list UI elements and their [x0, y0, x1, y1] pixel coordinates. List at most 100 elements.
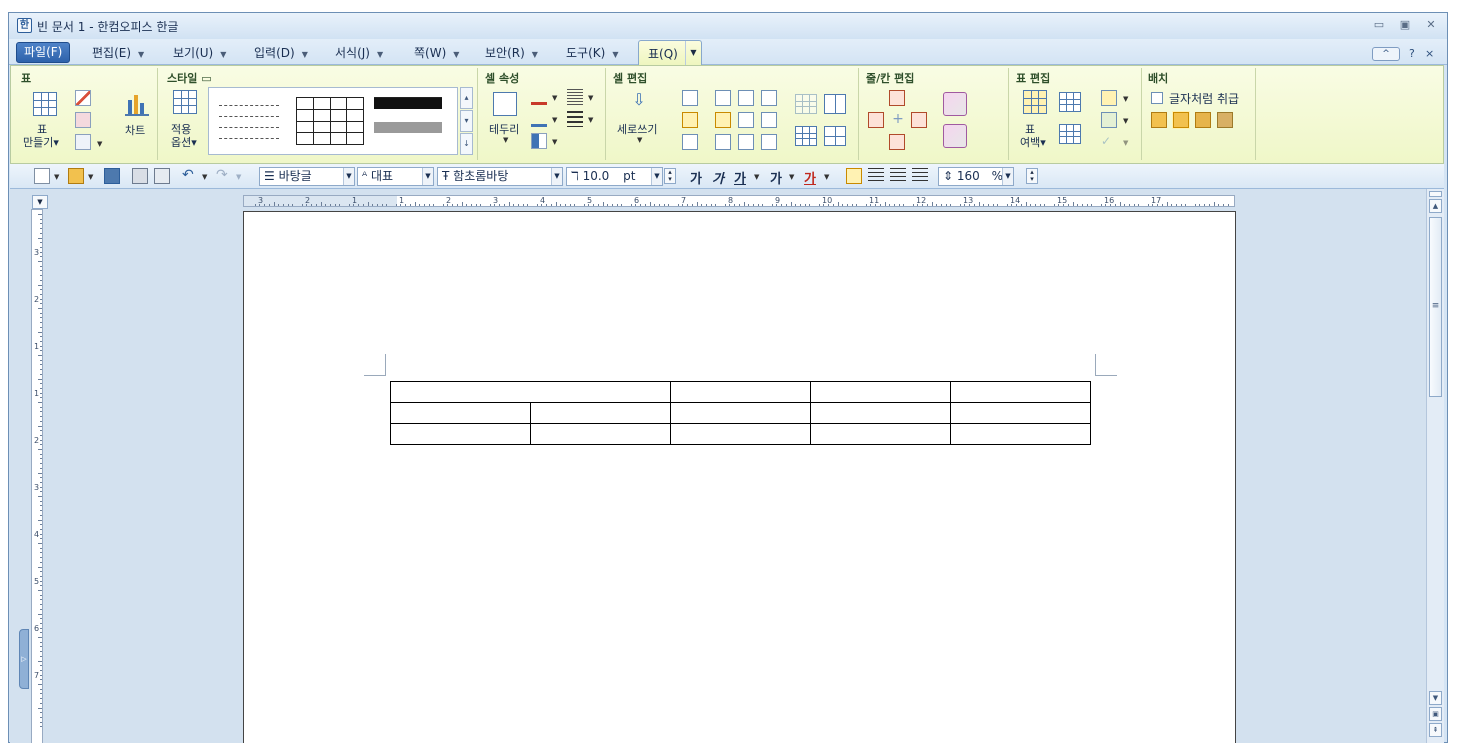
document-page[interactable] [243, 211, 1236, 743]
chevron-down-icon[interactable]: ▼ [551, 168, 562, 185]
chevron-down-icon[interactable]: ▼ [503, 136, 508, 144]
merge-cells-icon[interactable] [795, 94, 817, 114]
chevron-down-icon[interactable]: ▼ [588, 116, 593, 124]
table-cell[interactable] [670, 402, 811, 424]
new-doc-icon[interactable] [34, 168, 50, 184]
treat-as-char-checkbox[interactable] [1151, 92, 1163, 104]
minimize-icon[interactable]: ▭ [1371, 17, 1387, 33]
apply-options-button[interactable]: 옵션▾ [171, 134, 197, 150]
table-cell[interactable] [810, 402, 951, 424]
align-top-right-icon[interactable] [761, 90, 777, 106]
hwp-app-icon[interactable]: 한 [17, 18, 32, 33]
table-cell[interactable] [390, 381, 671, 403]
eraser-icon[interactable] [75, 112, 91, 128]
align-middle-center-icon[interactable] [738, 112, 754, 128]
line-spacing-combo[interactable]: ⇕ 160 % ▼ [938, 167, 1014, 186]
align-top-icon[interactable] [682, 90, 698, 106]
cell-shade-icon[interactable] [531, 133, 547, 149]
line-weight-icon[interactable] [567, 111, 583, 127]
check-icon[interactable]: ✓ [1101, 134, 1117, 150]
insert-row-above-icon[interactable] [889, 90, 905, 106]
document-table[interactable] [390, 381, 1091, 445]
table-margin-icon[interactable] [1023, 90, 1047, 114]
table-cell[interactable] [390, 423, 531, 445]
align-top-center-icon[interactable] [738, 90, 754, 106]
restore-icon[interactable]: ▣ [1397, 17, 1413, 33]
split-handle-icon[interactable] [1429, 191, 1442, 197]
bold-button[interactable]: 가 [690, 168, 702, 187]
table-style-gallery[interactable] [208, 87, 458, 155]
chevron-down-icon[interactable]: ▼ [1123, 117, 1128, 125]
table-cell[interactable] [950, 423, 1091, 445]
line-spacing-stepper[interactable]: ▴ ▾ [1026, 168, 1038, 184]
cell-calc-icon[interactable] [1101, 90, 1117, 106]
table-cell[interactable] [950, 402, 1091, 424]
close-doc-icon[interactable]: × [1425, 47, 1434, 60]
insert-row-below-icon[interactable] [889, 134, 905, 150]
underline-button[interactable]: 가 [734, 168, 746, 187]
menu-insert[interactable]: 입력(D) ▼ [254, 44, 308, 61]
table-style-banded[interactable] [374, 97, 442, 145]
table-cell[interactable] [530, 402, 671, 424]
align-center-icon[interactable] [890, 168, 906, 184]
font-combo[interactable]: Ŧ 함초롬바탕 ▼ [437, 167, 563, 186]
save-icon[interactable] [104, 168, 120, 184]
gallery-more-icon[interactable]: ↓ [460, 133, 473, 155]
wrap-square-icon[interactable] [1151, 112, 1167, 128]
align-top-left-icon[interactable] [715, 90, 731, 106]
font-size-combo[interactable]: ℸ 10.0 pt ▼ [566, 167, 663, 186]
cell-grid-icon[interactable] [795, 126, 817, 146]
chevron-down-icon[interactable]: ▼ [824, 173, 829, 181]
scroll-down-icon[interactable]: ▼ [1429, 691, 1442, 705]
border-button[interactable]: 테두리 [489, 121, 519, 137]
table-cell[interactable] [810, 423, 951, 445]
vertical-ruler[interactable]: 3 2 1 1 2 3 4 5 6 7 [31, 209, 43, 743]
chevron-down-icon[interactable]: ▼ [236, 173, 241, 181]
menu-file[interactable]: 파일(F) [16, 42, 71, 63]
align-middle-right-icon[interactable] [761, 112, 777, 128]
menu-format[interactable]: 서식(J) ▼ [335, 44, 383, 61]
line-color-icon[interactable] [531, 89, 547, 105]
col-width-icon[interactable] [1059, 124, 1081, 144]
chevron-down-icon[interactable]: ▼ [789, 173, 794, 181]
print-preview-icon[interactable] [154, 168, 170, 184]
col-grid-icon[interactable] [975, 124, 999, 148]
help-icon[interactable]: ? [1409, 47, 1415, 60]
chevron-down-icon[interactable]: ▼ [54, 173, 59, 181]
table-style-grid[interactable] [296, 97, 364, 145]
table-cell[interactable] [670, 423, 811, 445]
language-combo[interactable]: ᴬ 대표 ▼ [357, 167, 434, 186]
open-folder-icon[interactable] [68, 168, 84, 184]
wrap-behind-icon[interactable] [1217, 112, 1233, 128]
chevron-down-icon[interactable]: ▼ [651, 168, 662, 185]
chevron-down-icon[interactable]: ▼ [685, 41, 701, 65]
close-window-icon[interactable]: ✕ [1423, 17, 1439, 33]
table-cell[interactable] [670, 381, 811, 403]
align-bottom-center-icon[interactable] [738, 134, 754, 150]
chevron-down-icon[interactable]: ▼ [552, 94, 557, 102]
scroll-thumb[interactable]: ≡ [1429, 217, 1442, 397]
align-bottom-left-icon[interactable] [715, 134, 731, 150]
gallery-up-icon[interactable]: ▴ [460, 87, 473, 109]
horizontal-ruler[interactable]: 3 2 1 1 2 3 4 5 6 7 8 9 10 11 12 13 14 15 16 17 [243, 195, 1235, 207]
menu-view[interactable]: 보기(U) ▼ [173, 44, 226, 61]
table-style-none[interactable] [219, 97, 287, 145]
vertical-text-icon[interactable]: ⇩ [627, 90, 651, 114]
font-size-stepper[interactable]: ▴ ▾ [664, 168, 676, 184]
align-justify-icon[interactable] [846, 168, 862, 184]
insert-col-right-icon[interactable] [911, 112, 927, 128]
align-middle-left-icon[interactable] [715, 112, 731, 128]
delete-row-icon[interactable] [943, 92, 967, 116]
ribbon-collapse-button[interactable]: ^ [1372, 47, 1400, 61]
chevron-down-icon[interactable]: ▼ [552, 116, 557, 124]
chevron-down-icon[interactable]: ▼ [97, 140, 102, 148]
chevron-down-icon[interactable]: ▼ [754, 173, 759, 181]
prev-page-icon[interactable]: ⇞ [1429, 723, 1442, 737]
chevron-down-icon[interactable]: ▼ [422, 168, 433, 185]
table-cell[interactable] [810, 381, 951, 403]
cell-split-grid-icon[interactable] [824, 126, 846, 146]
split-cells-icon[interactable] [824, 94, 846, 114]
menu-page[interactable]: 쪽(W) ▼ [414, 44, 459, 61]
chart-button[interactable]: 차트 [125, 122, 145, 138]
menu-edit[interactable]: 편집(E) ▼ [92, 44, 144, 61]
